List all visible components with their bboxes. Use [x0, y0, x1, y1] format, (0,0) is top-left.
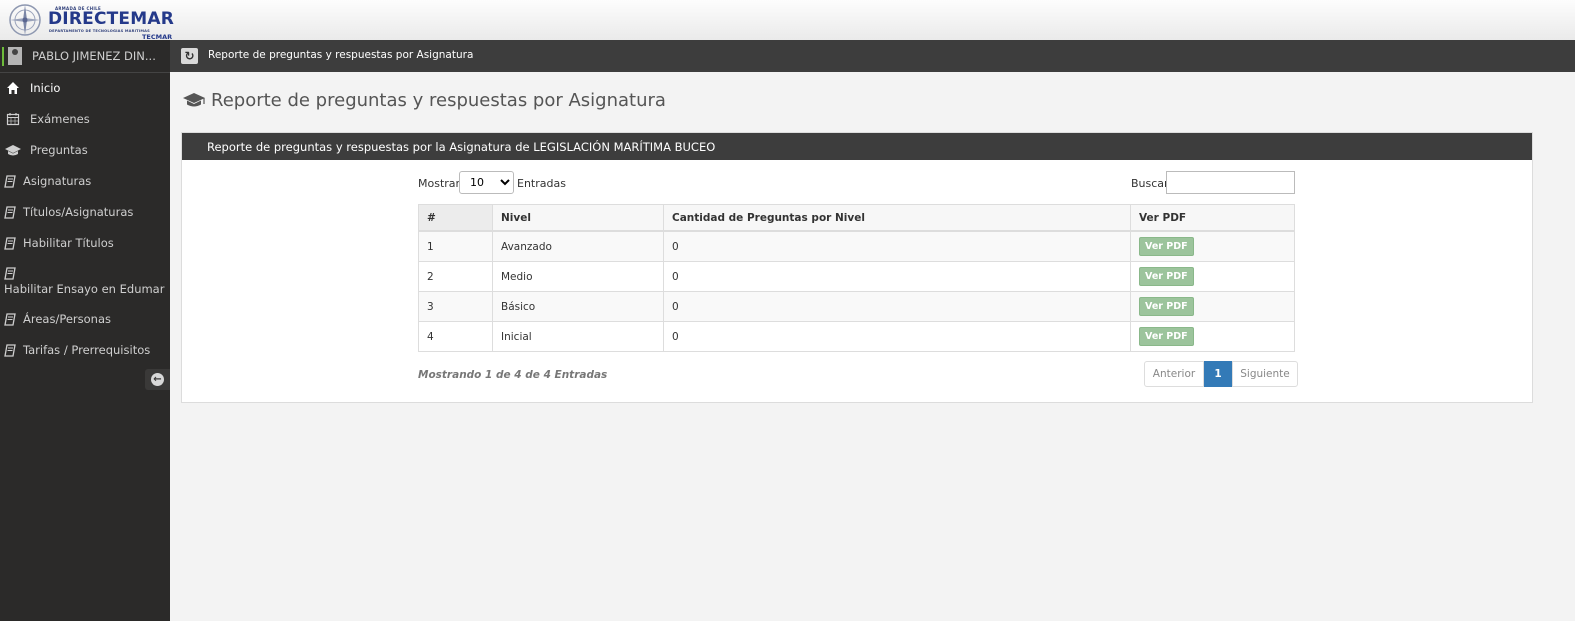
book-icon	[4, 206, 16, 219]
cell-cantidad: 0	[663, 291, 1131, 322]
home-icon	[7, 82, 19, 94]
ver-pdf-button[interactable]: Ver PDF	[1139, 327, 1194, 346]
user-name: PABLO JIMENEZ DIN...	[32, 49, 156, 63]
length-suffix: Entradas	[517, 177, 566, 190]
sidebar-item-label: Preguntas	[30, 143, 88, 157]
sidebar-item-label: Asignaturas	[23, 174, 92, 188]
avatar	[8, 47, 22, 65]
table-info: Mostrando 1 de 4 de 4 Entradas	[418, 369, 608, 381]
sidebar-item-tarifas[interactable]: Tarifas / Prerrequisitos	[0, 342, 170, 360]
book-icon	[4, 175, 16, 188]
cell-nivel: Básico	[492, 291, 664, 322]
entries-select[interactable]: 10	[459, 171, 514, 194]
panel-header: Reporte de preguntas y respuestas por la…	[182, 133, 1532, 160]
sidebar-item-preguntas[interactable]: Preguntas	[0, 142, 170, 160]
cell-ver-pdf: Ver PDF	[1130, 230, 1295, 262]
sidebar-item-label: Tarifas / Prerrequisitos	[23, 343, 151, 357]
page-title-text: Reporte de preguntas y respuestas por As…	[211, 90, 666, 111]
sidebar-collapse-button[interactable]: ←	[145, 369, 170, 390]
sidebar-item-label: Exámenes	[30, 112, 90, 126]
book-icon	[4, 267, 16, 280]
compass-emblem-icon	[9, 4, 41, 36]
pagination-next-button[interactable]: Siguiente	[1232, 361, 1298, 387]
cell-nivel: Medio	[492, 261, 664, 292]
sidebar-item-titulos-asignaturas[interactable]: Títulos/Asignaturas	[0, 204, 170, 222]
table-row: 4 Inicial 0 Ver PDF	[418, 321, 1295, 352]
calendar-icon	[6, 113, 20, 126]
book-icon	[4, 344, 16, 357]
cell-ver-pdf: Ver PDF	[1130, 321, 1295, 352]
ver-pdf-button[interactable]: Ver PDF	[1139, 297, 1194, 316]
sidebar-item-label: Inicio	[30, 81, 61, 95]
pagination-page-button[interactable]: 1	[1204, 361, 1232, 387]
table-row: 2 Medio 0 Ver PDF	[418, 261, 1295, 292]
panel-title: Reporte de preguntas y respuestas por la…	[207, 140, 716, 154]
breadcrumb: ↻ Reporte de preguntas y respuestas por …	[170, 40, 1575, 72]
report-panel: Reporte de preguntas y respuestas por la…	[181, 132, 1533, 403]
ver-pdf-button[interactable]: Ver PDF	[1139, 267, 1194, 286]
sidebar-item-label: Títulos/Asignaturas	[23, 205, 134, 219]
top-header: ARMADA DE CHILE DIRECTEMAR DEPARTAMENTO …	[0, 0, 1575, 41]
cell-nivel: Avanzado	[492, 230, 664, 262]
user-status-accent	[2, 47, 4, 66]
graduation-cap-icon	[183, 93, 205, 107]
sidebar-item-examenes[interactable]: Exámenes	[0, 111, 170, 129]
graduation-cap-icon	[5, 145, 21, 156]
column-header-cantidad[interactable]: Cantidad de Preguntas por Nivel	[663, 204, 1131, 232]
sidebar-item-areas-personas[interactable]: Áreas/Personas	[0, 311, 170, 329]
column-header-number[interactable]: #	[418, 204, 493, 232]
sidebar-item-label: Áreas/Personas	[23, 312, 112, 326]
sidebar-item-label: Habilitar Títulos	[23, 236, 114, 250]
search-input[interactable]	[1166, 171, 1295, 194]
sidebar-item-asignaturas[interactable]: Asignaturas	[0, 173, 170, 191]
cell-number: 3	[418, 291, 493, 322]
cell-cantidad: 0	[663, 321, 1131, 352]
cell-ver-pdf: Ver PDF	[1130, 291, 1295, 322]
pagination: Anterior 1 Siguiente	[1144, 361, 1298, 387]
arrow-left-icon: ←	[151, 373, 164, 386]
cell-number: 4	[418, 321, 493, 352]
cell-cantidad: 0	[663, 261, 1131, 292]
cell-ver-pdf: Ver PDF	[1130, 261, 1295, 292]
cell-number: 2	[418, 261, 493, 292]
refresh-icon[interactable]: ↻	[181, 48, 198, 64]
sidebar: PABLO JIMENEZ DIN... Inicio Exámenes Pre…	[0, 40, 170, 621]
column-header-nivel[interactable]: Nivel	[492, 204, 664, 232]
directemar-logo[interactable]: ARMADA DE CHILE DIRECTEMAR DEPARTAMENTO …	[6, 2, 178, 41]
cell-nivel: Inicial	[492, 321, 664, 352]
column-header-ver-pdf[interactable]: Ver PDF	[1130, 204, 1295, 232]
table-row: 3 Básico 0 Ver PDF	[418, 291, 1295, 322]
cell-cantidad: 0	[663, 230, 1131, 262]
table-header-row: # Nivel Cantidad de Preguntas por Nivel …	[418, 204, 1295, 232]
logo-brand: DIRECTEMAR	[48, 9, 174, 29]
length-prefix: Mostrar	[418, 177, 461, 190]
sidebar-item-inicio[interactable]: Inicio	[0, 80, 170, 98]
levels-table: # Nivel Cantidad de Preguntas por Nivel …	[418, 204, 1295, 352]
breadcrumb-item[interactable]: Reporte de preguntas y respuestas por As…	[208, 49, 473, 61]
sidebar-item-habilitar-ensayo[interactable]: Habilitar Ensayo en Edumar	[0, 266, 170, 296]
pagination-previous-button[interactable]: Anterior	[1144, 361, 1204, 387]
book-icon	[4, 313, 16, 326]
sidebar-item-label: Habilitar Ensayo en Edumar	[4, 282, 165, 296]
logo-department: DEPARTAMENTO DE TECNOLOGIAS MARITIMAS	[49, 29, 150, 33]
user-bar[interactable]: PABLO JIMENEZ DIN...	[0, 40, 170, 73]
ver-pdf-button[interactable]: Ver PDF	[1139, 237, 1194, 256]
cell-number: 1	[418, 230, 493, 262]
table-row: 1 Avanzado 0 Ver PDF	[418, 230, 1295, 262]
sidebar-item-habilitar-titulos[interactable]: Habilitar Títulos	[0, 235, 170, 253]
book-icon	[4, 237, 16, 250]
